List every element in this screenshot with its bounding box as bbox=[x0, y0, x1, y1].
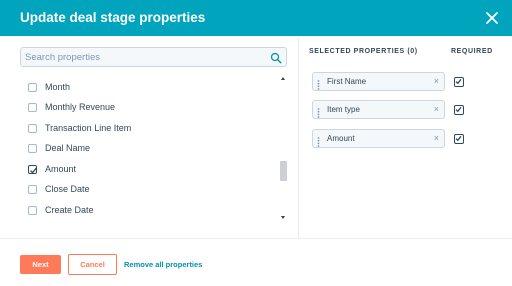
required-checkbox[interactable] bbox=[454, 77, 464, 87]
selected-property-label: Amount bbox=[327, 134, 355, 143]
property-checkbox[interactable] bbox=[28, 205, 37, 215]
selected-property-amount[interactable]: Amount × bbox=[312, 129, 445, 148]
selected-property-label: Item type bbox=[327, 105, 360, 114]
next-button[interactable]: Next bbox=[20, 255, 61, 274]
remove-icon[interactable]: × bbox=[434, 76, 439, 86]
property-checkbox[interactable] bbox=[28, 123, 37, 133]
panel-divider bbox=[298, 38, 299, 238]
property-list: Month Monthly Revenue Transaction Line I… bbox=[20, 77, 290, 221]
property-item-month[interactable]: Month bbox=[28, 79, 70, 95]
property-item-transaction-line-item[interactable]: Transaction Line Item bbox=[28, 120, 131, 136]
property-checkbox-checked[interactable] bbox=[28, 164, 38, 174]
drag-handle-icon[interactable] bbox=[317, 105, 320, 118]
property-item-amount[interactable]: Amount bbox=[28, 161, 76, 177]
scroll-up-arrow-icon[interactable] bbox=[281, 77, 285, 80]
property-checkbox[interactable] bbox=[28, 82, 37, 92]
property-item-deal-name[interactable]: Deal Name bbox=[28, 140, 90, 156]
property-item-close-date[interactable]: Close Date bbox=[28, 181, 90, 197]
property-checkbox[interactable] bbox=[28, 102, 37, 112]
remove-icon[interactable]: × bbox=[434, 133, 439, 143]
property-item-monthly-revenue[interactable]: Monthly Revenue bbox=[28, 99, 115, 115]
property-checkbox[interactable] bbox=[28, 184, 37, 194]
scrollbar-thumb[interactable] bbox=[280, 161, 287, 181]
property-label: Create Date bbox=[45, 205, 94, 215]
property-item-create-date[interactable]: Create Date bbox=[28, 202, 94, 218]
property-label: Close Date bbox=[45, 184, 90, 194]
drag-handle-icon[interactable] bbox=[317, 134, 320, 147]
search-input[interactable] bbox=[25, 49, 265, 65]
property-label: Monthly Revenue bbox=[45, 102, 116, 112]
selected-property-label: First Name bbox=[327, 77, 367, 86]
remove-all-properties-link[interactable]: Remove all properties bbox=[124, 260, 202, 269]
search-box bbox=[20, 47, 287, 67]
required-checkbox[interactable] bbox=[454, 105, 464, 115]
selected-properties-heading: SELECTED PROPERTIES (0) bbox=[309, 48, 418, 55]
required-checkbox[interactable] bbox=[454, 134, 464, 144]
property-checkbox[interactable] bbox=[28, 143, 37, 153]
property-label: Amount bbox=[45, 164, 77, 174]
list-scrollbar[interactable] bbox=[280, 77, 287, 219]
property-label: Month bbox=[45, 82, 71, 92]
remove-icon[interactable]: × bbox=[434, 104, 439, 114]
property-label: Deal Name bbox=[45, 143, 91, 153]
required-heading: REQUIRED bbox=[451, 48, 493, 55]
selected-property-item-type[interactable]: Item type × bbox=[312, 100, 445, 119]
dialog-header: Update deal stage properties bbox=[0, 0, 512, 36]
scroll-down-arrow-icon[interactable] bbox=[281, 216, 285, 219]
footer-divider bbox=[0, 238, 512, 239]
drag-handle-icon[interactable] bbox=[317, 77, 320, 90]
search-icon[interactable] bbox=[270, 51, 282, 64]
cancel-button[interactable]: Cancel bbox=[68, 254, 117, 275]
selected-property-first-name[interactable]: First Name × bbox=[312, 72, 445, 91]
property-label: Transaction Line Item bbox=[45, 123, 132, 133]
dialog-title: Update deal stage properties bbox=[20, 10, 206, 25]
close-icon[interactable] bbox=[482, 8, 502, 28]
